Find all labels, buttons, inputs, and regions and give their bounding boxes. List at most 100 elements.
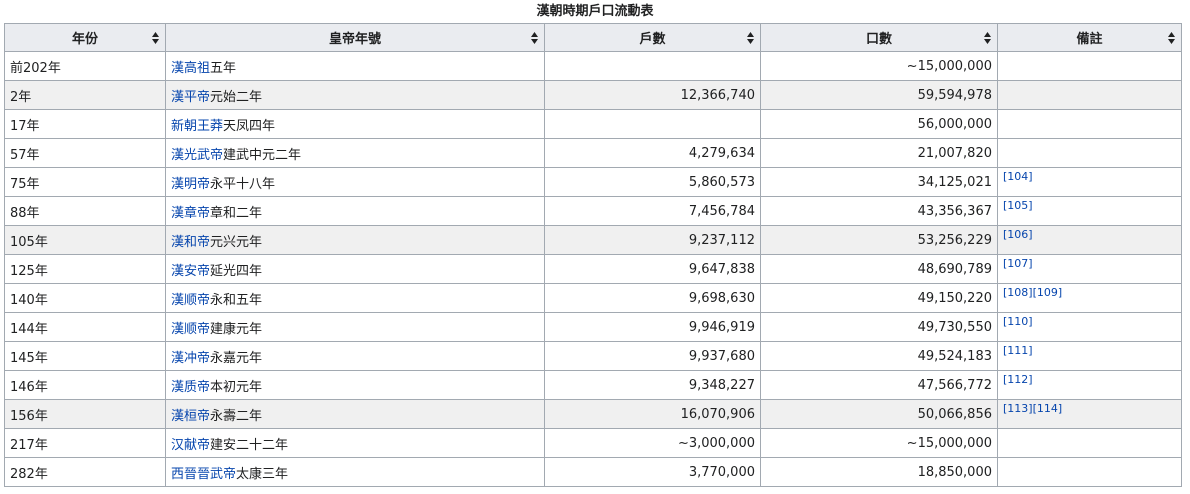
notes-cell: [104] — [997, 167, 1182, 197]
year-cell: 75年 — [4, 167, 166, 197]
era-name: 永平十八年 — [210, 176, 276, 192]
sort-icon[interactable] — [747, 32, 754, 44]
year-cell: 125年 — [4, 254, 166, 284]
table-row: 75年 漢明帝永平十八年 5,860,573 34,125,021 [104] — [4, 167, 1182, 197]
emperor-link[interactable]: 漢和帝 — [171, 235, 210, 250]
notes-cell — [997, 109, 1182, 139]
households-cell: 3,770,000 — [544, 457, 761, 487]
population-table: 年份 皇帝年號 戶數 口數 備註 前202年 漢高祖五年 ~15,000,000 2年… — [4, 23, 1182, 487]
year-cell: 145年 — [4, 341, 166, 371]
column-header-population[interactable]: 口數 — [760, 23, 998, 52]
table-row: 17年 新朝王莽天凤四年 56,000,000 — [4, 109, 1182, 139]
table-body: 前202年 漢高祖五年 ~15,000,000 2年 漢平帝元始二年 12,366,740… — [4, 51, 1182, 487]
emperor-cell: 漢高祖五年 — [165, 51, 545, 81]
notes-cell: [105] — [997, 196, 1182, 226]
sort-icon[interactable] — [531, 32, 538, 44]
emperor-link[interactable]: 漢冲帝 — [171, 351, 210, 366]
notes-cell — [997, 457, 1182, 487]
emperor-link[interactable]: 漢顺帝 — [171, 322, 210, 337]
year-cell: 17年 — [4, 109, 166, 139]
population-cell: 43,356,367 — [760, 196, 998, 226]
households-cell: 9,937,680 — [544, 341, 761, 371]
population-cell: 49,150,220 — [760, 283, 998, 313]
era-name: 五年 — [210, 60, 237, 76]
emperor-cell: 西晉晉武帝太康三年 — [165, 457, 545, 487]
emperor-cell: 漢和帝元兴元年 — [165, 225, 545, 255]
notes-cell: [112] — [997, 370, 1182, 400]
column-header-emperor[interactable]: 皇帝年號 — [165, 23, 545, 52]
column-header-households[interactable]: 戶數 — [544, 23, 761, 52]
reference-link[interactable]: [113][114] — [1003, 402, 1062, 415]
emperor-link[interactable]: 漢质帝 — [171, 380, 210, 395]
emperor-link[interactable]: 漢桓帝 — [171, 409, 210, 424]
households-cell: ~3,000,000 — [544, 428, 761, 458]
sort-icon[interactable] — [984, 32, 991, 44]
households-cell: 16,070,906 — [544, 399, 761, 429]
notes-cell: [106] — [997, 225, 1182, 255]
reference-link[interactable]: [110] — [1003, 315, 1033, 328]
era-name: 天凤四年 — [223, 118, 276, 134]
sort-icon[interactable] — [1168, 32, 1175, 44]
notes-cell: [110] — [997, 312, 1182, 342]
population-cell: 49,730,550 — [760, 312, 998, 342]
emperor-link[interactable]: 漢高祖 — [171, 61, 210, 76]
emperor-link[interactable]: 漢章帝 — [171, 206, 210, 221]
population-cell: 49,524,183 — [760, 341, 998, 371]
population-cell: 48,690,789 — [760, 254, 998, 284]
era-name: 建安二十二年 — [210, 437, 289, 453]
sort-icon[interactable] — [152, 32, 159, 44]
emperor-link[interactable]: 漢安帝 — [171, 264, 210, 279]
population-cell: 34,125,021 — [760, 167, 998, 197]
reference-link[interactable]: [108][109] — [1003, 286, 1062, 299]
notes-cell: [113][114] — [997, 399, 1182, 429]
column-header-year[interactable]: 年份 — [4, 23, 166, 52]
table-row: 217年 汉献帝建安二十二年 ~3,000,000 ~15,000,000 — [4, 428, 1182, 458]
emperor-link[interactable]: 漢光武帝 — [171, 148, 223, 163]
emperor-cell: 漢顺帝建康元年 — [165, 312, 545, 342]
emperor-link[interactable]: 漢平帝 — [171, 90, 210, 105]
reference-link[interactable]: [104] — [1003, 170, 1033, 183]
era-name: 永嘉元年 — [210, 350, 263, 366]
notes-cell — [997, 51, 1182, 81]
households-cell: 9,237,112 — [544, 225, 761, 255]
population-cell: 18,850,000 — [760, 457, 998, 487]
reference-link[interactable]: [107] — [1003, 257, 1033, 270]
era-name: 建康元年 — [210, 321, 263, 337]
emperor-cell: 漢光武帝建武中元二年 — [165, 138, 545, 168]
column-header-label: 年份 — [71, 32, 98, 47]
households-cell: 4,279,634 — [544, 138, 761, 168]
households-cell: 9,647,838 — [544, 254, 761, 284]
notes-cell: [107] — [997, 254, 1182, 284]
population-cell: 53,256,229 — [760, 225, 998, 255]
population-cell: 21,007,820 — [760, 138, 998, 168]
year-cell: 前202年 — [4, 51, 166, 81]
page: 漢朝時期戶口流動表 年份 皇帝年號 戶數 口數 備註 前202年 漢高祖五年 ~15… — [0, 0, 1190, 494]
emperor-link[interactable]: 汉献帝 — [171, 438, 210, 453]
population-cell: 56,000,000 — [760, 109, 998, 139]
notes-cell — [997, 428, 1182, 458]
table-row: 145年 漢冲帝永嘉元年 9,937,680 49,524,183 [111] — [4, 341, 1182, 371]
reference-link[interactable]: [111] — [1003, 344, 1033, 357]
emperor-cell: 漢安帝延光四年 — [165, 254, 545, 284]
emperor-cell: 漢顺帝永和五年 — [165, 283, 545, 313]
reference-link[interactable]: [112] — [1003, 373, 1033, 386]
table-row: 57年 漢光武帝建武中元二年 4,279,634 21,007,820 — [4, 138, 1182, 168]
year-cell: 140年 — [4, 283, 166, 313]
emperor-link[interactable]: 新朝王莽 — [171, 119, 223, 134]
emperor-link[interactable]: 漢顺帝 — [171, 293, 210, 308]
households-cell — [544, 51, 761, 81]
households-cell: 7,456,784 — [544, 196, 761, 226]
year-cell: 217年 — [4, 428, 166, 458]
reference-link[interactable]: [105] — [1003, 199, 1033, 212]
column-header-notes[interactable]: 備註 — [997, 23, 1182, 52]
table-row: 156年 漢桓帝永壽二年 16,070,906 50,066,856 [113][114… — [4, 399, 1182, 429]
emperor-link[interactable]: 漢明帝 — [171, 177, 210, 192]
header-row: 年份 皇帝年號 戶數 口數 備註 — [4, 23, 1182, 52]
notes-cell — [997, 138, 1182, 168]
reference-link[interactable]: [106] — [1003, 228, 1033, 241]
households-cell: 9,946,919 — [544, 312, 761, 342]
emperor-link[interactable]: 西晉晉武帝 — [171, 467, 236, 482]
era-name: 永和五年 — [210, 292, 263, 308]
households-cell: 12,366,740 — [544, 80, 761, 110]
households-cell — [544, 109, 761, 139]
